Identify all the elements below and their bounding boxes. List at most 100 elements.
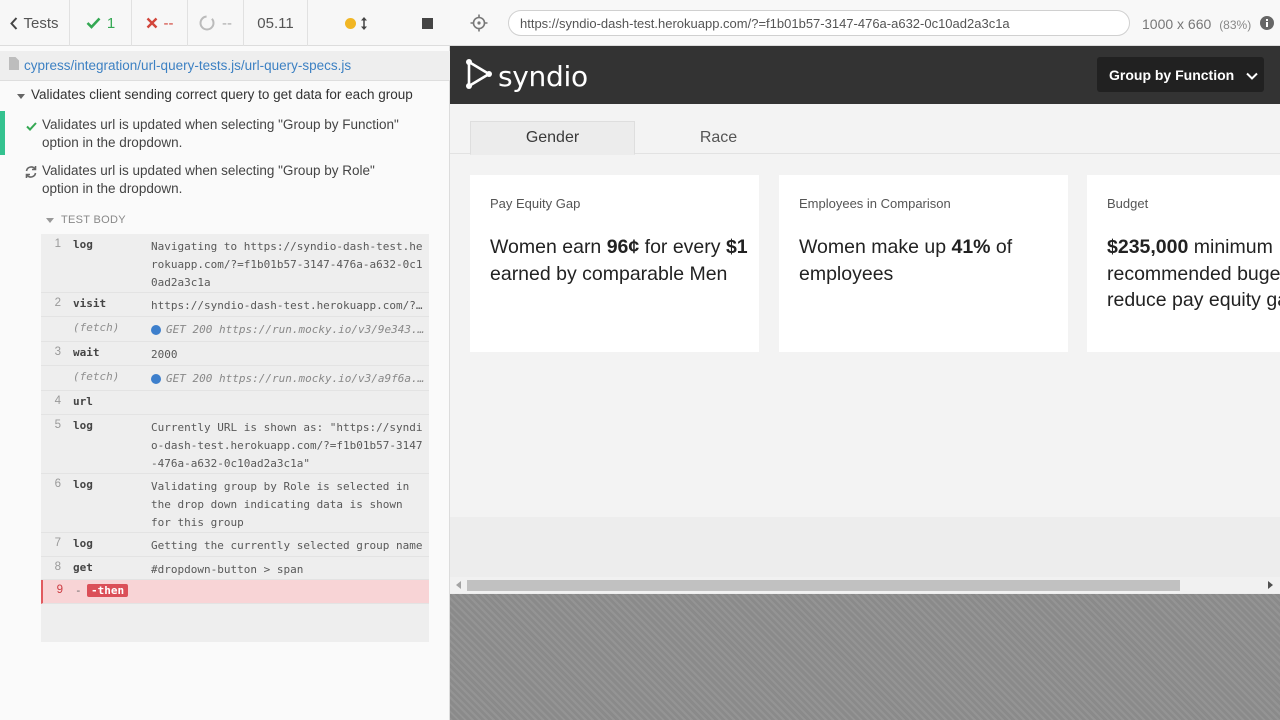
check-icon [86, 17, 101, 29]
card-text: for every [639, 236, 726, 258]
command-row[interactable]: (fetch) GET 200 https://run.mocky.io/v3/… [41, 366, 429, 391]
caret-down-icon [46, 217, 54, 223]
chevron-down-icon [1246, 67, 1258, 83]
app-header: syndio Group by Function [450, 46, 1280, 104]
command-name: log [73, 478, 93, 491]
selector-playground-icon[interactable] [470, 14, 488, 37]
command-name: - [75, 584, 82, 597]
spec-path-link[interactable]: cypress/integration/url-query-tests.js/u… [24, 58, 351, 73]
request-text: GET 200 https://run.mocky.io/v3/a9f6a... [166, 372, 427, 385]
command-name: (fetch) [73, 370, 120, 383]
command-number: 4 [54, 395, 61, 407]
card-text: reduce pay equity gap [1107, 289, 1280, 311]
budget-card: Budget $235,000 minimum recommended buge… [1087, 175, 1280, 352]
command-number: 7 [54, 537, 61, 549]
command-message: Currently URL is shown as: "https://synd… [151, 421, 423, 470]
employees-in-comparison-card: Employees in Comparison Women make up 41… [779, 175, 1068, 352]
syndio-logo[interactable]: syndio [466, 59, 588, 94]
logo-mark-icon [466, 59, 494, 94]
command-row[interactable]: 7 log Getting the currently selected gro… [41, 533, 429, 557]
browser-toolbar: https://syndio-dash-test.herokuapp.com/?… [450, 0, 1280, 46]
scroll-left-arrow-icon[interactable] [456, 581, 461, 589]
command-name: wait [73, 346, 100, 359]
suite-title: Validates client sending correct query t… [31, 87, 413, 102]
passed-count: 1 [106, 14, 116, 32]
logo-text: syndio [498, 60, 588, 93]
stop-button[interactable] [404, 0, 450, 46]
card-title: Employees in Comparison [799, 196, 951, 211]
stop-icon [421, 17, 433, 29]
chevron-left-icon [10, 16, 18, 30]
pending-stat: -- [188, 0, 244, 46]
tab-race[interactable]: Race [636, 121, 801, 155]
viewport-dimensions: 1000 x 660 [1142, 16, 1212, 32]
test-title: Validates url is updated when selecting … [42, 163, 375, 196]
aut-panel: https://syndio-dash-test.herokuapp.com/?… [450, 0, 1280, 720]
url-field[interactable]: https://syndio-dash-test.herokuapp.com/?… [508, 10, 1130, 36]
running-indicator[interactable] [308, 0, 404, 46]
card-title: Pay Equity Gap [490, 196, 581, 211]
reporter-header: Tests 1 -- -- 05.11 [0, 0, 450, 46]
command-name: get [73, 561, 93, 574]
command-row[interactable]: (fetch) GET 200 https://run.mocky.io/v3/… [41, 317, 429, 342]
command-message: Validating group by Role is selected in … [151, 480, 410, 529]
group-dropdown-label: Group by Function [1109, 66, 1235, 83]
reporter-panel: Tests 1 -- -- 05.11 cypress/integration/… [0, 0, 450, 720]
group-dropdown-button[interactable]: Group by Function [1097, 57, 1264, 92]
command-row[interactable]: 6 log Validating group by Role is select… [41, 474, 429, 533]
app-under-test: syndio Group by Function Gender Race Pay… [450, 46, 1280, 594]
test-body-label: TEST BODY [61, 214, 126, 226]
command-name: (fetch) [73, 321, 120, 334]
test-row[interactable]: Validates url is updated when selecting … [0, 111, 449, 155]
back-label: Tests [23, 14, 59, 32]
horizontal-scrollbar[interactable] [450, 577, 1280, 593]
refresh-icon [24, 165, 38, 184]
pending-count: -- [222, 14, 232, 32]
passed-indicator-bar [0, 111, 5, 155]
card-body: Women make up 41% of employees [799, 234, 1059, 287]
card-text: earned by comparable Men [490, 262, 728, 285]
command-message: Getting the currently selected group nam… [151, 539, 423, 552]
command-message: 2000 [151, 348, 178, 361]
card-text: Women make up [799, 236, 952, 258]
running-dot-icon [344, 17, 356, 29]
tab-gender[interactable]: Gender [470, 121, 635, 155]
command-name: url [73, 395, 93, 408]
scrollbar-thumb[interactable] [467, 580, 1180, 591]
command-row[interactable]: 2 visit https://syndio-dash-test.herokua… [41, 293, 429, 317]
card-body: Women earn 96¢ for every $1 earned by co… [490, 234, 750, 287]
file-icon [9, 56, 19, 75]
command-message: GET 200 https://run.mocky.io/v3/a9f6a... [151, 370, 427, 388]
command-row[interactable]: 1 log Navigating to https://syndio-dash-… [41, 234, 429, 293]
info-icon[interactable] [1260, 16, 1274, 35]
command-row[interactable]: 5 log Currently URL is shown as: "https:… [41, 415, 429, 474]
back-to-tests-button[interactable]: Tests [0, 0, 70, 46]
request-status-dot-icon [151, 374, 161, 384]
command-number: 6 [54, 478, 61, 490]
command-number: 5 [54, 419, 61, 431]
command-log: 1 log Navigating to https://syndio-dash-… [41, 234, 429, 642]
command-name: log [73, 537, 93, 550]
command-row[interactable]: 8 get #dropdown-button > span [41, 557, 429, 580]
card-text: recommended buget [1107, 262, 1280, 285]
command-name: log [73, 238, 93, 251]
test-body-toggle[interactable]: TEST BODY [46, 213, 126, 227]
scroll-arrows-icon [360, 16, 368, 31]
caret-down-icon [17, 94, 25, 99]
card-highlight: $235,000 [1107, 236, 1189, 258]
command-number: 2 [54, 297, 61, 309]
command-row[interactable]: 4 url [41, 391, 429, 415]
viewport-scale: (83%) [1219, 18, 1252, 32]
scroll-right-arrow-icon[interactable] [1268, 581, 1273, 589]
test-row[interactable]: Validates url is updated when selecting … [0, 160, 449, 202]
command-message: https://syndio-dash-test.herokuapp.com/?… [151, 299, 427, 312]
command-row[interactable]: 3 wait 2000 [41, 342, 429, 366]
viewport-size: 1000 x 660 (83%) [1142, 16, 1251, 32]
command-row[interactable]: 9 - -then [41, 580, 429, 604]
command-name: visit [73, 297, 107, 310]
assert-badge: -then [87, 584, 129, 597]
request-status-dot-icon [151, 325, 161, 335]
command-message: GET 200 https://run.mocky.io/v3/9e343... [151, 321, 427, 339]
command-message: #dropdown-button > span [151, 563, 304, 576]
command-message: Navigating to https://syndio-dash-test.h… [151, 240, 423, 289]
